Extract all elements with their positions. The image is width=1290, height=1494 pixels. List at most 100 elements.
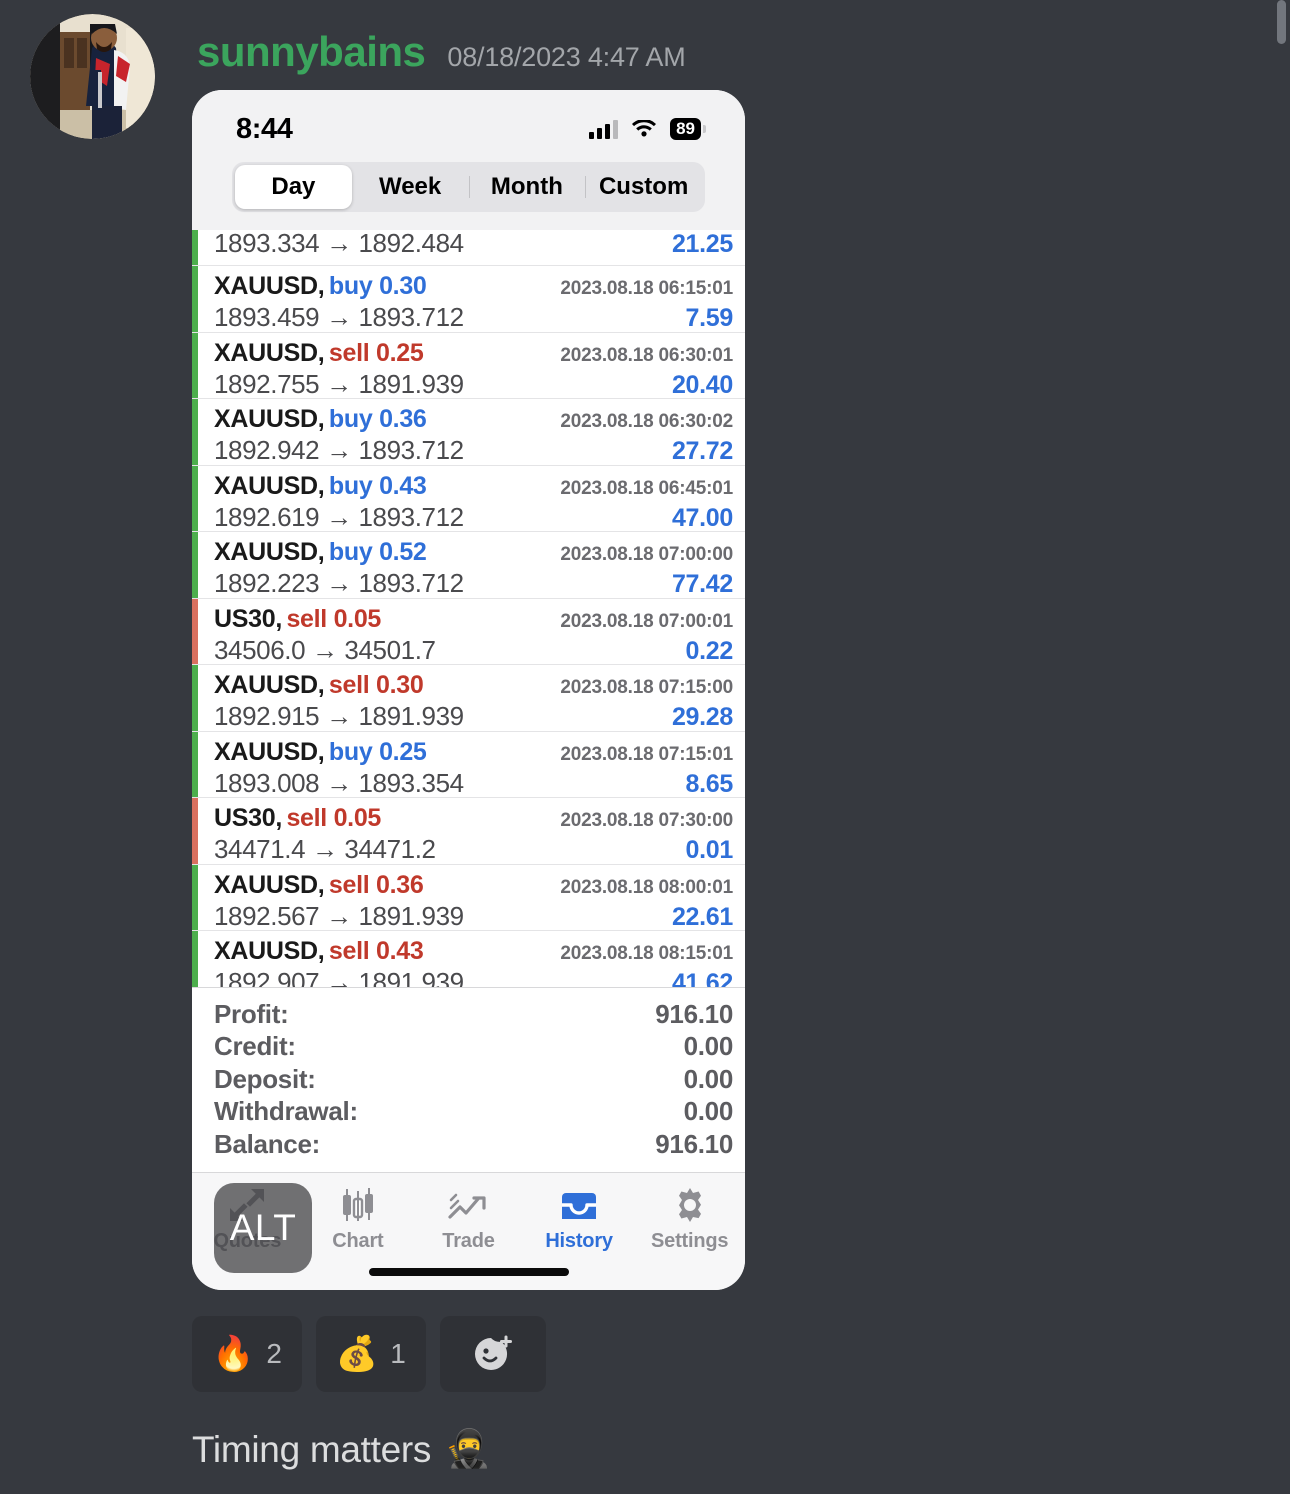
trade-profit: 29.28: [671, 703, 733, 732]
trade-profit: 47.00: [671, 503, 733, 532]
trade-row-bottom: 1892.907 → 1891.939 41.62: [214, 967, 733, 987]
segment-month[interactable]: Month: [468, 165, 586, 209]
trade-symbol-side: XAUUSD, buy 0.30: [214, 273, 427, 299]
trade-side: buy 0.30: [328, 272, 427, 300]
trade-direction-accent: [192, 230, 198, 265]
tab-label: Trade: [442, 1230, 495, 1252]
trade-side: sell 0.25: [328, 338, 424, 367]
segment-day[interactable]: Day: [235, 165, 352, 209]
reaction-bar[interactable]: 🔥 2 💰 1: [192, 1316, 546, 1392]
avatar-image: [30, 14, 155, 139]
trade-row[interactable]: US30, sell 0.05 2023.08.18 07:00:01 34506.…: [192, 598, 745, 665]
trade-symbol-side: XAUUSD, sell 0.43: [214, 938, 424, 964]
tab-label: Chart: [332, 1230, 384, 1252]
trade-row-top: XAUUSD, buy 0.43 2023.08.18 06:45:01: [214, 471, 733, 500]
account-summary: Profit: 916.10 Credit: 0.00 Deposit: 0.00 With…: [192, 986, 745, 1172]
trade-symbol: XAUUSD,: [214, 671, 325, 699]
trade-row[interactable]: XAUUSD, buy 0.30 2023.08.18 06:15:01 1893.…: [192, 266, 745, 333]
trade-direction-accent: [192, 399, 198, 465]
scrollbar-thumb[interactable]: [1277, 0, 1286, 44]
trade-profit: 20.40: [671, 370, 733, 399]
avatar[interactable]: [30, 14, 155, 139]
money-bag-reaction[interactable]: 💰 1: [315, 1316, 426, 1392]
trade-profit: 7.59: [685, 304, 734, 333]
trade-row-bottom: 1892.755 → 1891.939 20.40: [214, 368, 733, 399]
trade-timestamp: 2023.08.18 07:15:00: [560, 677, 733, 698]
trade-symbol: XAUUSD,: [214, 338, 325, 367]
cellular-signal-icon: [589, 119, 619, 139]
trade-row[interactable]: XAUUSD, buy 0.36 2023.08.18 06:30:02 1892.…: [192, 399, 745, 466]
summary-value: 0.00: [683, 1031, 734, 1061]
trade-symbol: XAUUSD,: [214, 538, 325, 566]
summary-row: Balance: 916.10: [214, 1128, 733, 1161]
trade-row[interactable]: XAUUSD, buy 0.52 2023.08.18 07:00:00 1892.…: [192, 532, 745, 599]
trade-profit: 27.72: [671, 437, 733, 466]
trade-side: sell 0.05: [286, 604, 382, 633]
add-reaction[interactable]: [439, 1316, 546, 1392]
trade-row-bottom: 1893.008 → 1893.354 8.65: [214, 769, 733, 797]
author-line: sunnybains 08/18/2023 4:47 AM: [155, 14, 686, 76]
trade-side: buy 0.52: [328, 538, 427, 566]
trade-direction-accent: [192, 598, 198, 664]
trade-timestamp: 2023.08.18 06:30:02: [560, 411, 733, 432]
reaction-count: 1: [390, 1338, 406, 1369]
trade-direction-accent: [192, 864, 198, 930]
segment-custom[interactable]: Custom: [585, 165, 702, 209]
trade-profit: 0.22: [685, 636, 734, 665]
trade-row-bottom: 34506.0 → 34501.7 0.22: [214, 636, 734, 665]
trade-symbol-side: US30, sell 0.05: [214, 604, 382, 633]
tab-history[interactable]: History: [524, 1185, 635, 1253]
trade-symbol-side: XAUUSD, sell 0.36: [214, 871, 424, 898]
fire-reaction[interactable]: 🔥 2: [192, 1316, 302, 1392]
trade-prices: 1893.459 → 1893.712: [214, 302, 464, 333]
trade-prices: 1892.755 → 1891.939: [214, 368, 464, 399]
tab-chart[interactable]: Chart: [303, 1185, 414, 1253]
segment-week[interactable]: Week: [352, 165, 469, 209]
phone-screenshot[interactable]: 8:44 89 Day Week Month Custom 1893.334 →…: [192, 90, 745, 1290]
trade-row[interactable]: XAUUSD, sell 0.25 2023.08.18 06:30:01 1892…: [192, 332, 745, 399]
trade-direction-accent: [192, 465, 198, 531]
tab-trade[interactable]: Trade: [413, 1185, 524, 1253]
trade-row[interactable]: US30, sell 0.05 2023.08.18 07:30:00 34471.…: [192, 798, 745, 865]
trade-prices: 1892.907 → 1891.939: [214, 967, 464, 987]
trade-row[interactable]: XAUUSD, sell 0.43 2023.08.18 08:15:01 1892…: [192, 931, 745, 987]
status-bar-time: 8:44: [236, 112, 293, 145]
trade-row[interactable]: XAUUSD, sell 0.36 2023.08.18 08:00:01 1892…: [192, 864, 745, 931]
trade-side: buy 0.25: [328, 737, 427, 766]
tab-settings[interactable]: Settings: [634, 1185, 745, 1253]
alt-overlay-badge: ALT: [214, 1183, 312, 1273]
trade-profit: 77.42: [671, 570, 733, 599]
trade-direction-accent: [192, 731, 198, 797]
trade-row[interactable]: XAUUSD, buy 0.25 2023.08.18 07:15:01 1893.…: [192, 731, 745, 798]
caption-text: Timing matters: [192, 1428, 432, 1470]
trade-symbol-side: XAUUSD, buy 0.52: [214, 539, 427, 565]
summary-value: 916.10: [655, 1128, 733, 1159]
status-bar: 8:44 89: [192, 90, 745, 162]
reaction-emoji: 🔥: [212, 1335, 255, 1373]
trade-row[interactable]: XAUUSD, buy 0.43 2023.08.18 06:45:01 1892.…: [192, 465, 745, 532]
trade-profit: 0.01: [685, 836, 734, 865]
trade-symbol: XAUUSD,: [214, 737, 325, 766]
trade-symbol-side: XAUUSD, buy 0.25: [214, 737, 427, 766]
trade-direction-accent: [192, 798, 198, 864]
bottom-tab-bar[interactable]: ALT QuotesChartTradeHistorySettings: [192, 1172, 745, 1290]
trade-history-list[interactable]: 1893.334 → 1892.484 21.25 XAUUSD, buy 0.30…: [192, 230, 745, 987]
trade-row-bottom: 1893.334 → 1892.484 21.25: [214, 230, 733, 257]
summary-label: Credit:: [214, 1031, 296, 1061]
tab-label: Settings: [651, 1230, 729, 1252]
home-indicator: [368, 1268, 569, 1276]
trade-row[interactable]: XAUUSD, sell 0.30 2023.08.18 07:15:00 1892…: [192, 665, 745, 732]
segmented-control[interactable]: Day Week Month Custom: [232, 162, 705, 212]
summary-row: Deposit: 0.00: [214, 1063, 733, 1096]
trade-row-top: US30, sell 0.05 2023.08.18 07:30:00: [214, 805, 733, 831]
message-caption: Timing matters 🥷: [192, 1428, 491, 1471]
gear-icon: [634, 1185, 745, 1225]
trade-row[interactable]: 1893.334 → 1892.484 21.25: [192, 230, 745, 266]
trade-row-top: XAUUSD, sell 0.43 2023.08.18 08:15:01: [214, 938, 733, 964]
wifi-icon: [632, 119, 657, 136]
trade-row-top: XAUUSD, buy 0.36 2023.08.18 06:30:02: [214, 406, 733, 432]
author-name[interactable]: sunnybains: [197, 28, 426, 76]
summary-label: Withdrawal:: [214, 1096, 358, 1126]
trade-side: buy 0.43: [328, 471, 427, 500]
trade-row-bottom: 34471.4 → 34471.2 0.01: [214, 835, 734, 865]
